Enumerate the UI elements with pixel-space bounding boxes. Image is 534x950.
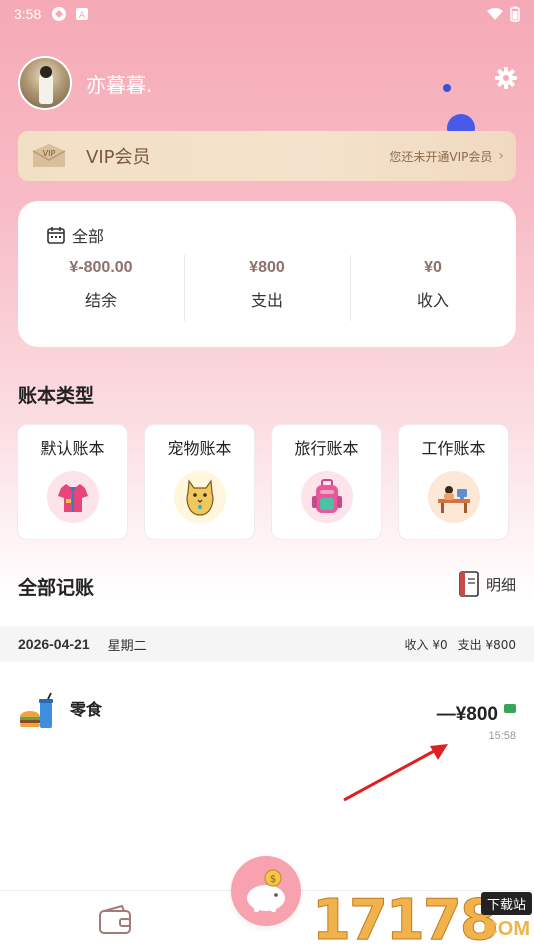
income-label: 收入 — [416, 291, 449, 310]
svg-text:A: A — [79, 11, 86, 21]
cat-icon — [173, 471, 226, 523]
group-income: 收入 ¥0 — [404, 637, 448, 652]
ledger-book-icon — [459, 571, 479, 597]
vip-title: VIP会员 — [86, 147, 151, 168]
piggy-bank-icon: $ — [247, 869, 285, 912]
summary-filter[interactable]: 全部 — [46, 223, 104, 247]
username: 亦暮暮. — [86, 72, 153, 97]
status-time: 3:58 — [14, 6, 42, 22]
day-group-header: 2026-04-21 星期二 收入 ¥0 支出 ¥800 — [0, 626, 534, 662]
group-date: 2026-04-21 — [18, 636, 90, 652]
vip-badge-icon: VIP — [32, 144, 66, 167]
book-name: 旅行账本 — [294, 439, 359, 458]
expense-label: 支出 — [250, 291, 283, 310]
wallet-tab-icon[interactable] — [98, 905, 132, 935]
watermark-com: .COM — [477, 918, 530, 940]
wifi-icon — [487, 7, 503, 20]
summary-card: 全部 ¥-800.00 结余 ¥800 支出 ¥0 收入 — [18, 201, 516, 347]
svg-text:$: $ — [270, 874, 276, 885]
watermark-digits: 17178 — [312, 888, 500, 950]
annotation-arrow — [343, 744, 448, 802]
settings-gear-icon[interactable] — [494, 66, 518, 90]
detail-label: 明细 — [485, 575, 516, 594]
record-category: 零食 — [70, 700, 103, 719]
calendar-icon — [47, 227, 65, 244]
vip-banner[interactable]: VIP VIP会员 您还未开通VIP会员 › — [18, 131, 516, 181]
expense-value: ¥800 — [249, 259, 285, 276]
shirt-icon — [46, 471, 99, 523]
battery-icon — [510, 6, 520, 22]
balance-stat: ¥-800.00 结余 — [18, 259, 184, 321]
summary-filter-label: 全部 — [72, 227, 105, 246]
chevron-right-icon: › — [498, 148, 504, 164]
keyboard-a-icon: A — [76, 8, 89, 21]
detail-link[interactable]: 明细 — [458, 571, 516, 597]
book-name: 宠物账本 — [167, 439, 232, 458]
profile-header[interactable]: 亦暮暮. — [18, 56, 152, 110]
income-value: ¥0 — [424, 259, 442, 276]
balance-label: 结余 — [84, 291, 117, 310]
status-bar: 3:58 A — [0, 0, 534, 28]
records-section-title: 全部记账 — [18, 577, 95, 599]
group-expense: 支出 ¥800 — [457, 637, 516, 652]
vip-status: 您还未开通VIP会员 — [389, 149, 493, 164]
burger-drink-icon — [20, 692, 53, 728]
book-card-pet[interactable]: 宠物账本 — [144, 424, 255, 540]
add-record-button[interactable]: $ — [231, 856, 301, 926]
vpn-icon — [52, 7, 67, 21]
balance-value: ¥-800.00 — [69, 259, 133, 276]
svg-text:VIP: VIP — [43, 149, 56, 158]
watermark-tag: 下载站 — [480, 892, 532, 915]
backpack-icon — [300, 471, 353, 523]
wechat-pay-icon — [504, 704, 516, 713]
record-amount: —¥800 — [436, 704, 498, 725]
book-name: 默认账本 — [40, 439, 105, 458]
income-stat: ¥0 收入 — [350, 255, 516, 321]
expense-stat: ¥800 支出 — [184, 255, 350, 321]
group-weekday: 星期二 — [107, 638, 147, 654]
book-card-work[interactable]: 工作账本 — [398, 424, 509, 540]
book-card-travel[interactable]: 旅行账本 — [271, 424, 382, 540]
book-list: 默认账本 宠物账本 旅行账本 工作账本 — [17, 424, 517, 540]
avatar[interactable] — [18, 56, 72, 110]
site-watermark: 17178 下载站 .COM — [308, 888, 534, 950]
record-item[interactable]: 零食 —¥800 15:58 — [0, 662, 534, 752]
desk-icon — [427, 471, 480, 523]
book-card-default[interactable]: 默认账本 — [17, 424, 128, 540]
decor-dot — [443, 84, 451, 92]
books-section-title: 账本类型 — [18, 385, 95, 407]
record-time: 15:58 — [488, 730, 516, 742]
book-name: 工作账本 — [421, 439, 486, 458]
